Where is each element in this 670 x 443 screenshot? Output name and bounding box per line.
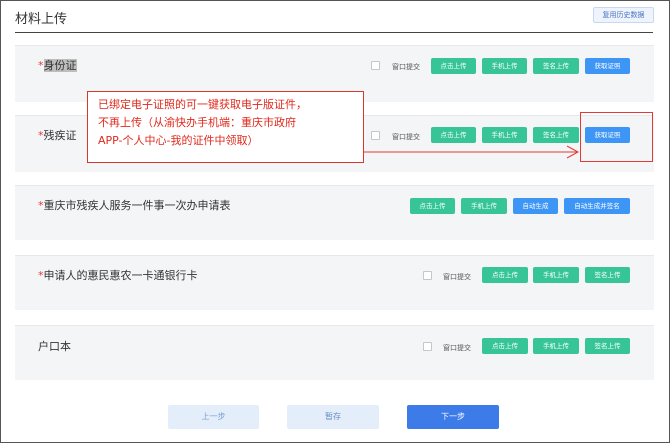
annotation-arrow: [364, 145, 580, 159]
highlight-box: [580, 112, 653, 162]
